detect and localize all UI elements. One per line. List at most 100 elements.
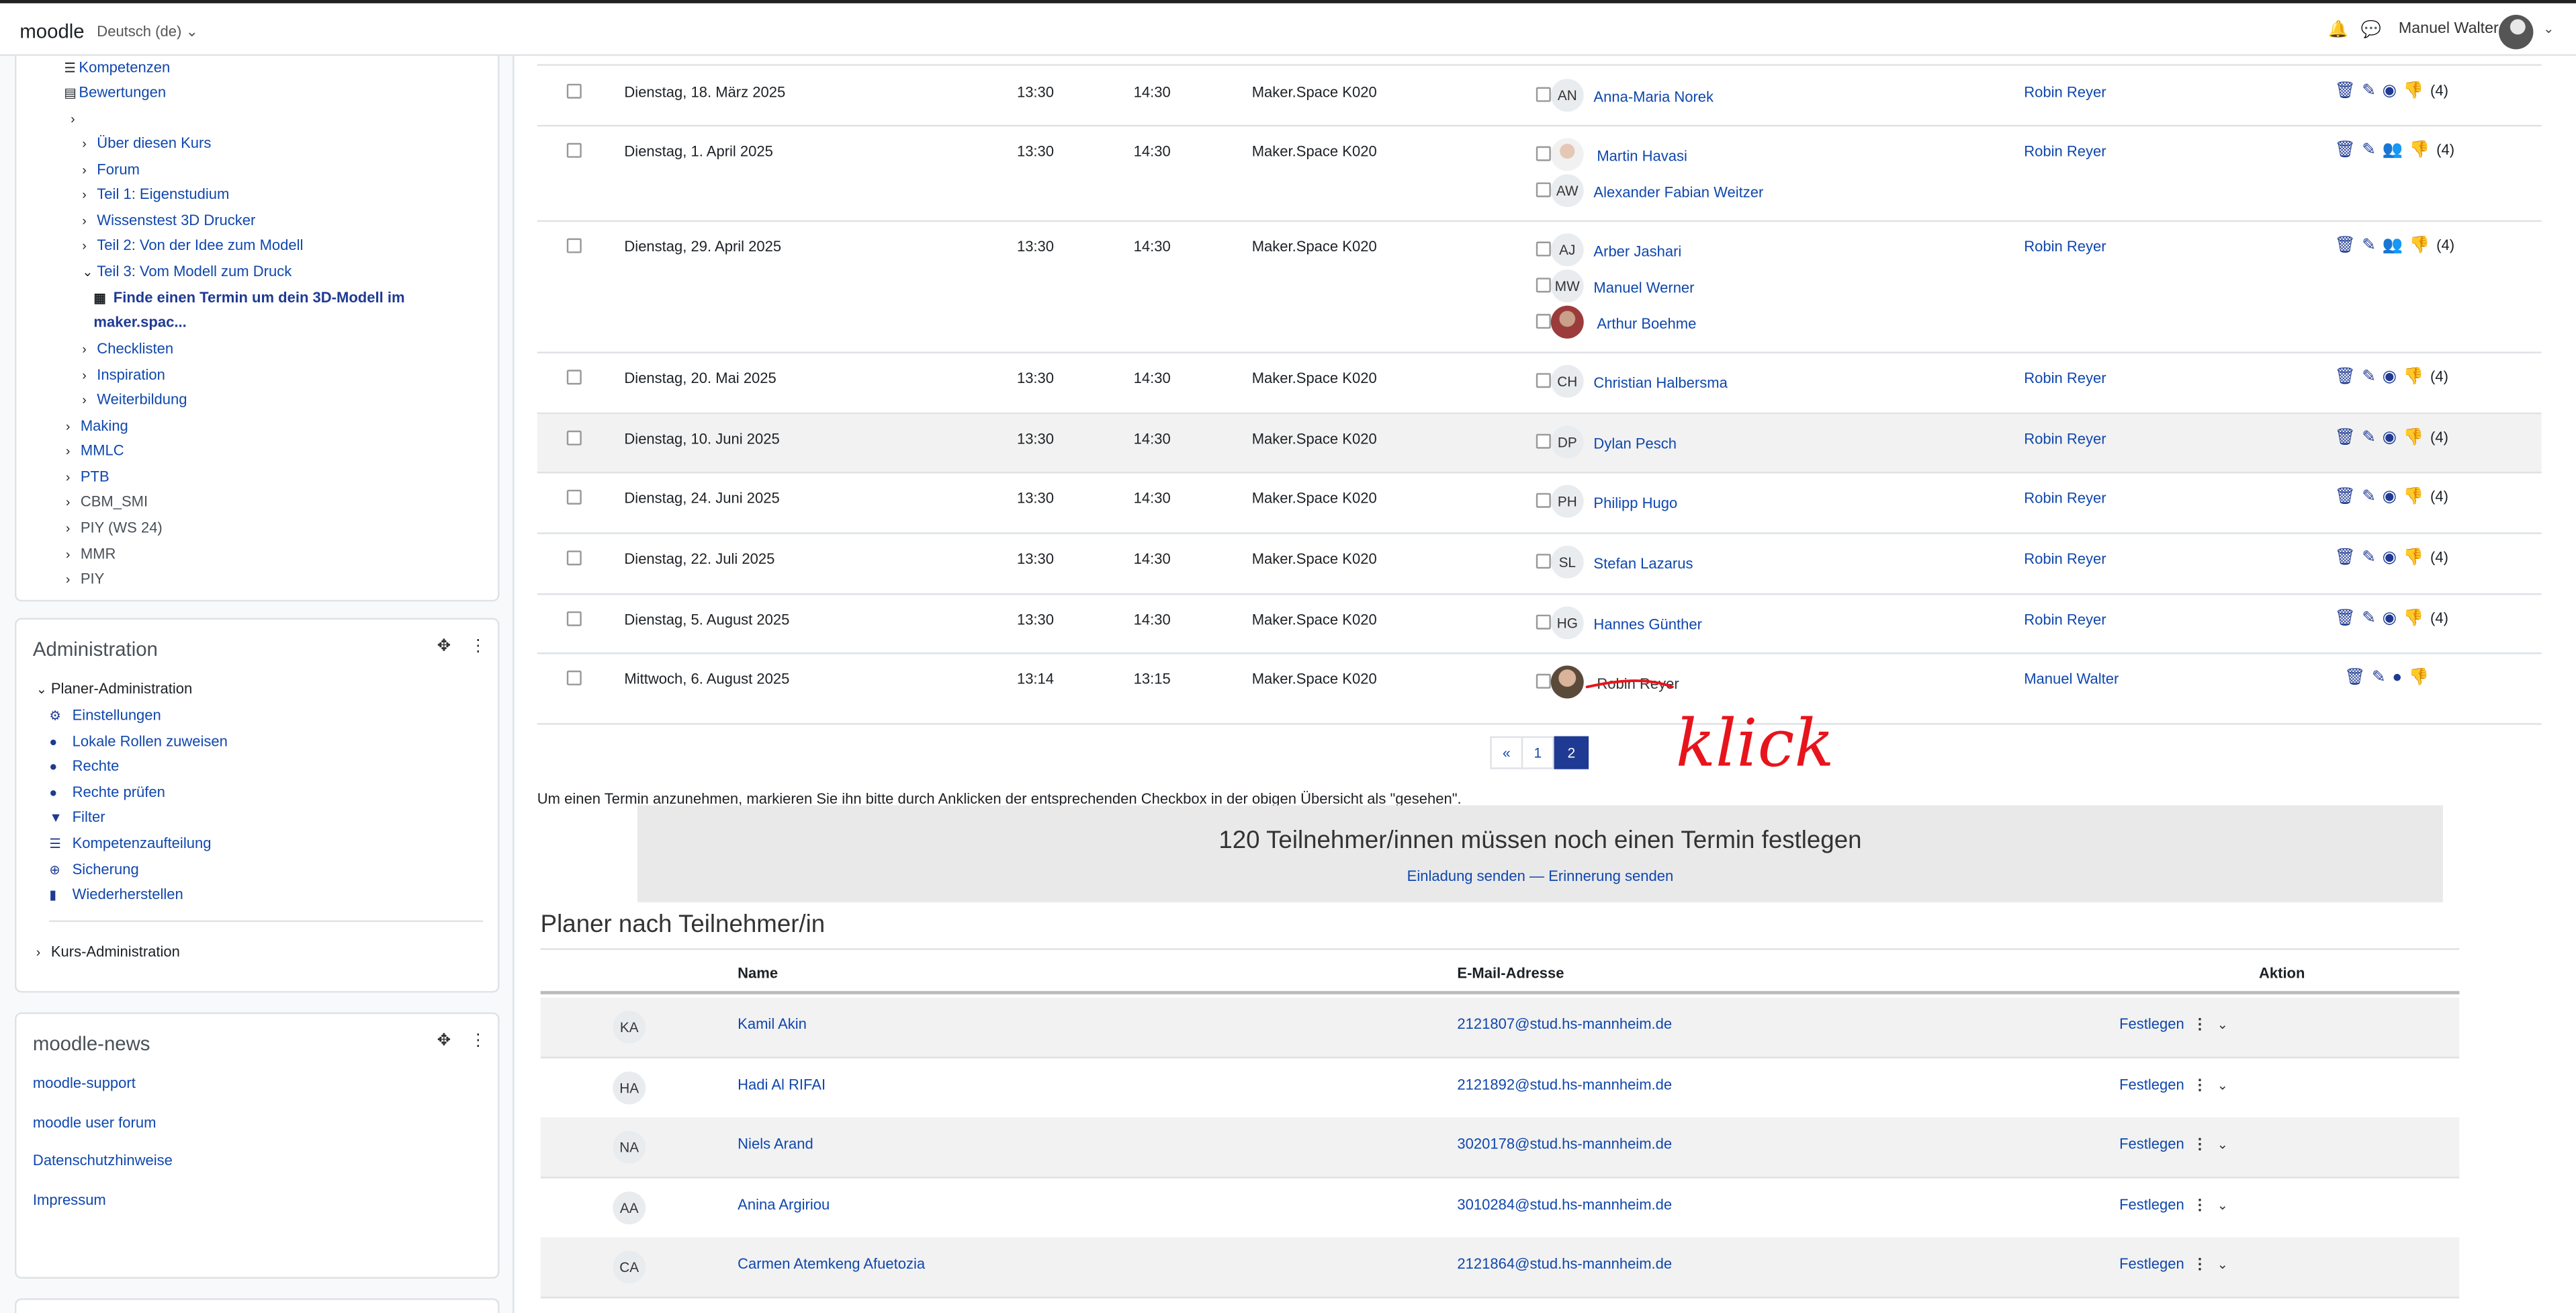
festlegen-action[interactable]: Festlegen ⋮ ⌄ [2119, 1257, 2228, 1275]
student-icon[interactable]: ◉ [2383, 609, 2403, 628]
bell-icon[interactable]: 🔔 [2328, 22, 2348, 40]
festlegen-action[interactable]: Festlegen ⋮ ⌄ [2119, 1016, 2228, 1034]
student-icon[interactable]: ◉ [2383, 549, 2403, 567]
pagination-page-1[interactable]: 1 [1521, 736, 1554, 769]
edit-icon[interactable]: ✎ [2362, 82, 2382, 100]
delete-icon[interactable]: 🗑 [2334, 429, 2362, 447]
nav-item[interactable]: › Weiterbildung [82, 391, 187, 407]
nav-item[interactable]: › Inspiration [82, 366, 165, 382]
slot-teacher[interactable]: Robin Reyer [2024, 84, 2106, 100]
news-link[interactable]: Impressum [33, 1191, 106, 1208]
kebab-menu-icon[interactable]: ⋮ [2192, 1196, 2207, 1212]
admin-item[interactable]: ⚙ Einstellungen [49, 707, 161, 723]
edit-icon[interactable]: ✎ [2362, 488, 2382, 506]
delete-icon[interactable]: 🗑 [2334, 82, 2362, 100]
festlegen-action[interactable]: Festlegen ⋮ ⌄ [2119, 1196, 2228, 1214]
thumbs-down-icon[interactable]: 👎 [2409, 237, 2436, 255]
news-link[interactable]: Datenschutzhinweise [33, 1152, 173, 1169]
nav-item[interactable]: › Teil 1: Eigenstudium [82, 185, 229, 202]
thumbs-down-icon[interactable]: 👎 [2403, 488, 2430, 506]
user-icon[interactable]: ● [2392, 669, 2409, 687]
student-name[interactable]: Philipp Hugo [1593, 495, 1677, 511]
nav-item[interactable]: › Checklisten [82, 340, 173, 356]
participant-email[interactable]: 2121892@stud.hs-mannheim.de [1457, 1076, 1672, 1092]
nav-item[interactable]: › MMR [66, 546, 116, 562]
student-checkbox[interactable] [1536, 554, 1551, 569]
edit-icon[interactable]: ✎ [2362, 609, 2382, 628]
nav-item[interactable]: ☰ Kompetenzen [64, 59, 170, 75]
student-name[interactable]: Christian Halbersma [1593, 375, 1727, 391]
student-name[interactable]: Manuel Werner [1593, 280, 1694, 296]
nav-item[interactable]: ⌄ Teil 3: Vom Modell zum Druck [82, 263, 292, 279]
slot-teacher[interactable]: Robin Reyer [2024, 143, 2106, 159]
edit-icon[interactable]: ✎ [2362, 368, 2382, 386]
messages-icon[interactable]: 💬 [2361, 22, 2381, 40]
news-link[interactable]: moodle-support [33, 1075, 136, 1091]
participant-email[interactable]: 2121864@stud.hs-mannheim.de [1457, 1257, 1672, 1273]
chevron-down-icon[interactable]: ⌄ [2217, 1258, 2228, 1273]
participant-name[interactable]: Niels Arand [738, 1136, 813, 1152]
nav-item[interactable]: › Teil 2: Von der Idee zum Modell [82, 237, 303, 253]
participant-email[interactable]: 3020178@stud.hs-mannheim.de [1457, 1136, 1672, 1152]
festlegen-action[interactable]: Festlegen ⋮ ⌄ [2119, 1136, 2228, 1154]
participant-name[interactable]: Hadi Al RIFAI [738, 1076, 826, 1092]
language-menu[interactable]: Deutsch (de) ⌄ [97, 23, 198, 41]
student-checkbox[interactable] [1536, 314, 1551, 329]
edit-icon[interactable]: ✎ [2362, 141, 2382, 159]
reminder-link[interactable]: Erinnerung senden [1548, 867, 1673, 884]
student-name[interactable]: Hannes Günther [1593, 616, 1702, 632]
admin-item[interactable]: ▼ Filter [49, 809, 105, 825]
nav-item[interactable]: › [71, 110, 85, 126]
student-icon[interactable]: ◉ [2383, 368, 2403, 386]
user-name[interactable]: Manuel Walter [2399, 19, 2499, 38]
kebab-menu-icon[interactable]: ⋮ [2192, 1016, 2207, 1032]
participant-name[interactable]: Kamil Akin [738, 1016, 807, 1032]
kebab-menu-icon[interactable]: ⋮ [470, 638, 486, 656]
news-link[interactable]: moodle user forum [33, 1113, 157, 1130]
delete-icon[interactable]: 🗑 [2344, 669, 2372, 687]
nav-item[interactable]: › PIY (WS 24) [66, 519, 163, 536]
nav-item[interactable]: › PTB [66, 468, 109, 484]
nav-item[interactable]: › CBM_SMI [66, 493, 148, 509]
edit-icon[interactable]: ✎ [2362, 429, 2382, 447]
student-checkbox[interactable] [1536, 614, 1551, 630]
student-name[interactable]: Martin Havasi [1597, 148, 1687, 164]
slot-checkbox[interactable] [566, 142, 582, 158]
student-icon[interactable]: ◉ [2383, 488, 2403, 506]
nav-item[interactable]: › MMLC [66, 442, 124, 458]
delete-icon[interactable]: 🗑 [2334, 488, 2362, 506]
slot-teacher[interactable]: Robin Reyer [2024, 239, 2106, 255]
delete-icon[interactable]: 🗑 [2334, 549, 2362, 567]
slot-teacher[interactable]: Manuel Walter [2024, 671, 2119, 687]
chevron-down-icon[interactable]: ⌄ [2217, 1197, 2228, 1212]
slot-checkbox[interactable] [566, 550, 582, 566]
thumbs-down-icon[interactable]: 👎 [2403, 609, 2430, 628]
festlegen-action[interactable]: Festlegen ⋮ ⌄ [2119, 1076, 2228, 1094]
student-checkbox[interactable] [1536, 673, 1551, 689]
student-checkbox[interactable] [1536, 433, 1551, 449]
thumbs-down-icon[interactable]: 👎 [2403, 82, 2430, 100]
nav-item[interactable]: › Making [66, 417, 128, 433]
nav-item[interactable]: › Forum [82, 161, 140, 177]
invite-link[interactable]: Einladung senden [1407, 867, 1525, 884]
chevron-down-icon[interactable]: ⌄ [2217, 1077, 2228, 1092]
participant-email[interactable]: 3010284@stud.hs-mannheim.de [1457, 1196, 1672, 1212]
student-icon[interactable]: ◉ [2383, 82, 2403, 100]
thumbs-down-icon[interactable]: 👎 [2403, 429, 2430, 447]
nav-item[interactable]: › Wissenstest 3D Drucker [82, 212, 255, 228]
student-name[interactable]: Dylan Pesch [1593, 435, 1677, 452]
student-checkbox[interactable] [1536, 278, 1551, 293]
delete-icon[interactable]: 🗑 [2334, 141, 2362, 159]
slot-teacher[interactable]: Robin Reyer [2024, 370, 2106, 386]
slot-checkbox[interactable] [566, 489, 582, 505]
thumbs-down-icon[interactable]: 👎 [2403, 549, 2430, 567]
chevron-down-icon[interactable]: ⌄ [2217, 1017, 2228, 1032]
planer-administration-node[interactable]: ⌄ Planer-Administration [36, 681, 192, 697]
kebab-menu-icon[interactable]: ⋮ [2192, 1076, 2207, 1092]
kebab-menu-icon[interactable]: ⋮ [470, 1032, 486, 1050]
group-icon[interactable]: 👥 [2383, 237, 2409, 255]
thumbs-down-icon[interactable]: 👎 [2403, 368, 2430, 386]
slot-teacher[interactable]: Robin Reyer [2024, 550, 2106, 566]
participant-name[interactable]: Anina Argiriou [738, 1196, 830, 1212]
slot-teacher[interactable]: Robin Reyer [2024, 611, 2106, 628]
